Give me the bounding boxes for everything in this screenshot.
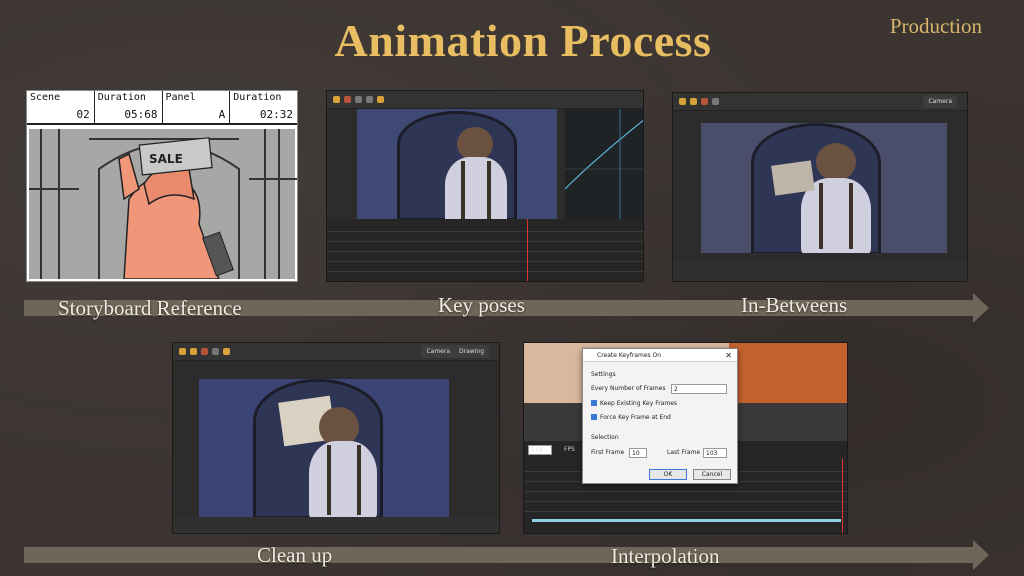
stage-label-key-poses: Key poses — [438, 293, 525, 317]
keyframe-track[interactable] — [532, 519, 841, 522]
first-frame-input[interactable]: 10 — [629, 448, 647, 458]
close-icon[interactable]: ✕ — [725, 349, 732, 362]
home-icon[interactable] — [679, 98, 686, 105]
settings-heading: Settings — [591, 371, 616, 378]
pencil-icon[interactable] — [712, 98, 719, 105]
fps-label: FPS — [564, 446, 575, 453]
cell-value: 02:32 — [259, 108, 293, 121]
storyboard-cell-panel: Panel A — [163, 91, 231, 123]
curve-graph — [565, 109, 643, 219]
figure-head — [457, 127, 493, 161]
cancel-button[interactable]: Cancel — [693, 469, 731, 480]
key-poses-screenshot — [326, 90, 644, 282]
last-frame-input[interactable]: 103 — [703, 448, 727, 458]
stage-label-storyboard: Storyboard Reference — [58, 296, 242, 320]
section-tag: Production — [889, 14, 982, 38]
storyboard-header: Scene 02 Duration 05:68 Panel A Duration… — [27, 91, 297, 125]
cell-value: 02 — [76, 108, 90, 121]
canvas-view[interactable] — [701, 123, 947, 253]
cell-value: 05:68 — [124, 108, 158, 121]
home-icon[interactable] — [333, 96, 340, 103]
timeline[interactable] — [327, 219, 643, 281]
storyboard-sketch: SALE — [29, 129, 297, 280]
brush-icon[interactable] — [201, 348, 208, 355]
lock-icon[interactable] — [190, 348, 197, 355]
checkbox-label: Force Key Frame at End — [600, 414, 671, 421]
storyboard-panel: Scene 02 Duration 05:68 Panel A Duration… — [26, 90, 298, 282]
last-frame-label: Last Frame — [667, 449, 701, 456]
process-arrow-bottom — [24, 540, 989, 570]
suspender — [461, 161, 465, 219]
playhead[interactable] — [842, 459, 843, 533]
playhead[interactable] — [527, 219, 528, 281]
canvas-view[interactable] — [199, 379, 449, 517]
figure-body — [309, 441, 377, 517]
dialog-title: Create Keyframes On — [597, 352, 662, 359]
storyboard-cell-duration: Duration 05:68 — [95, 91, 163, 123]
figure-body — [445, 157, 507, 219]
page-title: Animation Process — [334, 15, 712, 66]
cell-header: Duration — [233, 92, 282, 103]
storyboard-cell-scene: Scene 02 — [27, 91, 95, 123]
stage-label-in-betweens: In-Betweens — [741, 293, 848, 317]
selection-heading: Selection — [591, 434, 619, 441]
function-editor[interactable] — [565, 109, 643, 219]
suspender — [357, 445, 361, 515]
bulb-icon[interactable] — [223, 348, 230, 355]
frame-field[interactable]: 119 — [528, 445, 552, 455]
eraser-icon[interactable] — [366, 96, 373, 103]
tab-drawing[interactable]: Drawing — [454, 345, 489, 358]
sign-text: SALE — [149, 152, 183, 166]
clean-up-screenshot: Camera Drawing — [172, 342, 500, 534]
brush-icon[interactable] — [344, 96, 351, 103]
cell-value: A — [218, 108, 226, 121]
cell-header: Duration — [97, 92, 146, 103]
suspender — [487, 161, 491, 219]
bulb-icon[interactable] — [377, 96, 384, 103]
cell-header: Panel — [165, 92, 196, 103]
storyboard-cell-duration-2: Duration 02:32 — [230, 91, 297, 123]
pencil-icon[interactable] — [355, 96, 362, 103]
brush-icon[interactable] — [701, 98, 708, 105]
first-frame-label: First Frame — [591, 449, 625, 456]
suspender — [849, 183, 853, 249]
checkbox-checked-icon[interactable] — [591, 400, 597, 406]
create-keyframes-dialog: Create Keyframes On ✕ Settings Every Num… — [582, 348, 738, 484]
tab-camera[interactable]: Camera — [923, 95, 957, 108]
toolbar — [327, 91, 643, 109]
every-n-label: Every Number of Frames — [591, 385, 666, 392]
ok-button[interactable]: OK — [649, 469, 687, 480]
tab-camera[interactable]: Camera — [421, 345, 455, 358]
keep-existing-checkbox[interactable]: Keep Existing Key Frames — [591, 400, 677, 407]
stage-label-interpolation: Interpolation — [611, 544, 720, 568]
sign — [771, 160, 815, 196]
suspender — [819, 183, 823, 249]
home-icon[interactable] — [179, 348, 186, 355]
storyboard-sketch-art: SALE — [29, 129, 297, 280]
checkbox-checked-icon[interactable] — [591, 414, 597, 420]
checkbox-label: Keep Existing Key Frames — [600, 400, 678, 407]
status-bar — [173, 517, 499, 533]
dialog-title-bar: Create Keyframes On ✕ — [583, 349, 737, 362]
suspender — [327, 445, 331, 515]
pencil-icon[interactable] — [212, 348, 219, 355]
stage-label-clean-up: Clean up — [257, 543, 333, 567]
cell-header: Scene — [30, 92, 61, 103]
figure-head — [816, 143, 856, 181]
every-n-input[interactable]: 2 — [671, 384, 727, 394]
force-end-checkbox[interactable]: Force Key Frame at End — [591, 414, 671, 421]
status-bar — [673, 261, 967, 281]
interpolation-screenshot: 119 FPS Create Keyframes On ✕ Settings E… — [523, 342, 848, 534]
in-betweens-screenshot: Camera — [672, 92, 968, 282]
canvas-view[interactable] — [357, 109, 557, 219]
lock-icon[interactable] — [690, 98, 697, 105]
